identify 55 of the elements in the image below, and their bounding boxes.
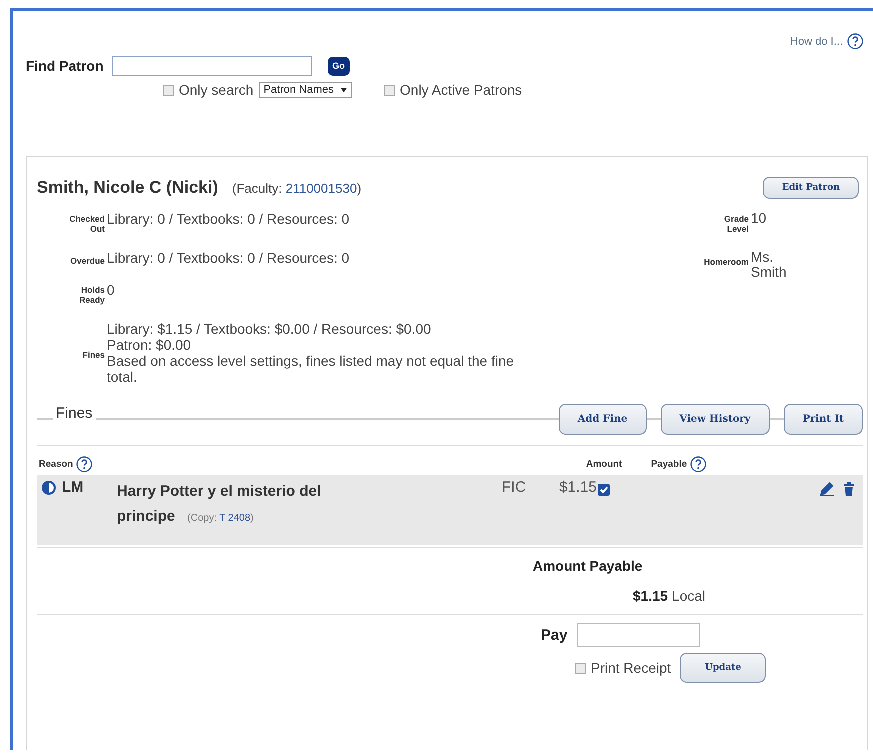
amount-payable-value: $1.15	[633, 588, 668, 604]
amount-payable-label: Amount Payable	[533, 558, 643, 574]
caret-icon	[341, 88, 348, 93]
edit-icon[interactable]	[819, 481, 835, 497]
checkbox-label: Only search	[179, 82, 254, 98]
update-button[interactable]: Update	[680, 653, 766, 683]
find-patron-label: Find Patron	[26, 58, 104, 74]
half-circle-icon	[41, 480, 57, 496]
help-link[interactable]: How do I...	[790, 36, 843, 48]
checkbox[interactable]	[598, 484, 610, 496]
stat-value: Library: $1.15 / Textbooks: $0.00 / Resources: $0.00	[107, 321, 432, 337]
patron-type: (Faculty: 2110001530)	[232, 180, 362, 196]
stat-value: Library: 0 / Textbooks: 0 / Resources: 0	[107, 211, 351, 227]
detail-value: Ms. Smith	[751, 250, 788, 280]
help-icon[interactable]	[847, 33, 864, 50]
checkbox[interactable]	[575, 662, 586, 674]
copy-link[interactable]: T 2408	[220, 513, 251, 524]
stat-label: Holds Ready	[78, 284, 105, 305]
checkbox[interactable]	[163, 84, 174, 96]
pay-label: Pay	[541, 626, 568, 644]
stat-label: Checked Out	[68, 213, 105, 234]
patron-name: Smith, Nicole C (Nicki)	[37, 178, 218, 198]
search-type-dropdown[interactable]: Patron Names	[258, 82, 352, 98]
action-button[interactable]: View History	[660, 404, 770, 434]
checkbox-label: Print Receipt	[591, 660, 672, 676]
edit-patron-button[interactable]: Edit Patron	[763, 177, 859, 199]
search-field[interactable]	[112, 56, 312, 76]
trash-icon[interactable]	[841, 481, 857, 497]
stat-value: Patron: $0.00	[107, 337, 192, 353]
checkbox-label: Only Active Patrons	[400, 82, 522, 98]
amount-cell-text: $1.15	[558, 479, 597, 496]
action-button[interactable]: Add Fine	[558, 404, 647, 434]
stat-label: Fines	[82, 348, 105, 360]
collection-cell-text: FIC	[501, 479, 528, 496]
reason-code: LM	[62, 479, 84, 496]
stat-value: 0	[107, 282, 116, 298]
column-header: Reason	[39, 459, 74, 470]
detail-label: Grade Level	[723, 213, 749, 234]
stat-value: Based on access level settings, fines listed may not equal the fine total.	[107, 353, 516, 385]
detail-label: Homeroom	[703, 256, 749, 267]
amount-scope: Local	[672, 588, 706, 604]
barcode-link[interactable]: 2110001530	[286, 180, 358, 196]
pay-field[interactable]	[576, 623, 700, 647]
stat-value: Library: 0 / Textbooks: 0 / Resources: 0	[107, 250, 351, 266]
help-icon[interactable]	[76, 456, 94, 473]
column-header: Amount	[586, 459, 622, 470]
checkbox[interactable]	[384, 84, 396, 96]
help-icon[interactable]	[690, 456, 708, 473]
action-button[interactable]: Print It	[784, 404, 863, 434]
detail-value: 10	[751, 211, 768, 226]
section-title: Fines	[53, 404, 96, 422]
title-cell-text: Harry Potter y el misterio del principe (Copy: T 2408)	[117, 482, 322, 527]
go-button[interactable]: Go	[328, 56, 350, 76]
column-header: Payable	[651, 459, 688, 470]
stat-label: Overdue	[70, 255, 105, 266]
